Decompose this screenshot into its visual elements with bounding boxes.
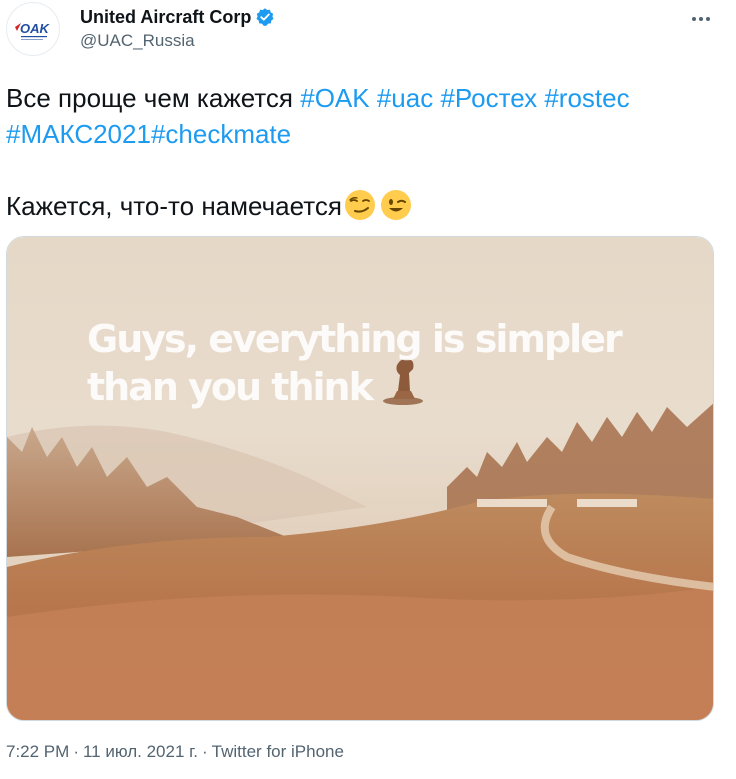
media-caption-line-1: Guys, everything is simpler [87, 317, 623, 361]
avatar[interactable]: OAK [6, 2, 60, 56]
hashtag-link[interactable]: #OAK [300, 83, 369, 113]
media-caption-line-2: than you think [87, 365, 374, 409]
uac-logo-icon: OAK [15, 21, 51, 40]
tweet-card: OAK United Aircraft Corp @UAC_Russia Все… [0, 0, 736, 779]
tweet-line-2: #МАКС2021#checkmate [6, 116, 730, 152]
tweet-date[interactable]: 11 июл. 2021 г. [83, 742, 198, 761]
winking-face-icon [380, 190, 411, 220]
hashtag-link[interactable]: #rostec [544, 83, 629, 113]
display-name[interactable]: United Aircraft Corp [80, 7, 251, 28]
tweet-time[interactable]: 7:22 PM [6, 742, 69, 761]
tweet-text-intro: Все проще чем кажется [6, 83, 301, 113]
more-dots-icon [692, 17, 710, 21]
smirking-face-icon [344, 190, 375, 220]
media-caption: Guys, everything is simpler than you thi… [87, 315, 623, 411]
meta-separator: · [201, 742, 208, 761]
author-block: United Aircraft Corp @UAC_Russia [80, 6, 275, 51]
hashtag-link[interactable]: #uac [377, 83, 433, 113]
hashtag-link[interactable]: #checkmate [151, 119, 291, 149]
name-row: United Aircraft Corp [80, 6, 275, 28]
hashtag-link[interactable]: #Ростех [440, 83, 537, 113]
more-options-button[interactable] [688, 6, 714, 32]
tweet-line-1: Все проще чем кажется #OAK #uac #Ростех … [6, 80, 730, 116]
tweet-text: Все проще чем кажется #OAK #uac #Ростех … [6, 80, 730, 224]
tweet-line-3: Кажется, что-то намечается [6, 188, 730, 224]
landscape-photo [7, 237, 713, 720]
tweet-source[interactable]: Twitter for iPhone [212, 742, 344, 761]
user-handle[interactable]: @UAC_Russia [80, 31, 275, 51]
tweet-media-image[interactable]: Guys, everything is simpler than you thi… [6, 236, 714, 721]
hashtag-link[interactable]: #МАКС2021 [6, 119, 151, 149]
verified-badge-icon [256, 8, 274, 26]
meta-separator: · [73, 742, 79, 761]
svg-text:OAK: OAK [20, 21, 51, 36]
tweet-text-body: Кажется, что-то намечается [6, 191, 342, 221]
tweet-meta: 7:22 PM · 11 июл. 2021 г. · Twitter for iPho… [6, 742, 344, 762]
